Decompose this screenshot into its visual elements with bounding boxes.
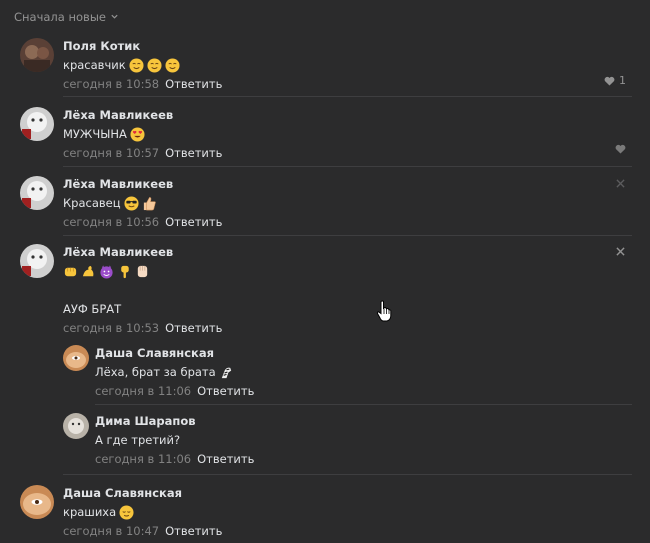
chevron-down-icon	[110, 10, 119, 24]
comment-meta: сегодня в 10:53 Ответить	[63, 320, 632, 336]
relieved-face-icon	[119, 504, 134, 520]
comment-separator	[63, 166, 632, 167]
comment-meta: сегодня в 10:58 Ответить	[63, 76, 632, 92]
hand-cursor-icon	[376, 300, 392, 322]
like-button[interactable]	[615, 144, 626, 154]
comment-meta: сегодня в 11:06 Ответить	[95, 383, 632, 399]
reply-button[interactable]: Ответить	[165, 215, 222, 229]
avatar[interactable]	[20, 107, 54, 141]
comment-time[interactable]: сегодня в 11:06	[95, 452, 191, 466]
like-button[interactable]: 1	[604, 74, 626, 87]
smiling-face-icon	[165, 57, 180, 73]
raised-fist-icon	[135, 264, 150, 279]
comment-separator	[95, 404, 632, 405]
sunglasses-face-icon	[124, 195, 139, 211]
like-count: 1	[619, 74, 626, 87]
comment-text: крашиха	[63, 503, 632, 521]
heart-eyes-icon	[130, 126, 145, 142]
close-icon[interactable]	[616, 247, 625, 256]
comment-time[interactable]: сегодня в 11:06	[95, 384, 191, 398]
heart-icon	[615, 144, 626, 154]
comment-meta: сегодня в 10:57 Ответить	[63, 145, 632, 161]
comment-time[interactable]: сегодня в 10:53	[63, 321, 159, 335]
fist-icon	[63, 264, 78, 279]
comment-author[interactable]: Лёха Мавликеев	[63, 107, 632, 123]
comment-separator	[63, 474, 632, 475]
comment-text: А где третий?	[95, 433, 181, 447]
comment-time[interactable]: сегодня в 10:47	[63, 524, 159, 538]
avatar[interactable]	[63, 413, 89, 439]
pointing-down-icon	[117, 264, 132, 279]
zebra-icon	[219, 365, 234, 380]
avatar[interactable]	[63, 345, 89, 371]
comment-author[interactable]: Лёха Мавликеев	[63, 176, 632, 192]
reply-button[interactable]: Ответить	[197, 452, 254, 466]
comment-separator	[63, 235, 632, 236]
avatar[interactable]	[20, 244, 54, 278]
comment-author[interactable]: Лёха Мавликеев	[63, 244, 632, 260]
reply-button[interactable]: Ответить	[165, 321, 222, 335]
avatar[interactable]	[20, 38, 54, 72]
comment-separator	[63, 96, 632, 97]
smiling-imp-icon	[99, 264, 114, 279]
avatar[interactable]	[20, 485, 54, 519]
comment-text: АУФ БРАТ	[63, 302, 122, 316]
smiling-face-icon	[129, 57, 144, 73]
comment-author[interactable]: Даша Славянская	[95, 345, 632, 361]
comment-time[interactable]: сегодня в 10:57	[63, 146, 159, 160]
comment-author[interactable]: Дима Шарапов	[95, 413, 632, 429]
comment-time[interactable]: сегодня в 10:58	[63, 77, 159, 91]
heart-icon	[604, 76, 615, 86]
comment-text: МУЖЧЫНА	[63, 125, 632, 143]
reply-button[interactable]: Ответить	[165, 524, 222, 538]
comment-author[interactable]: Поля Котик	[63, 38, 632, 54]
reply-button[interactable]: Ответить	[165, 146, 222, 160]
comment-meta: сегодня в 11:06 Ответить	[95, 451, 632, 467]
comment-text: Лёха, брат за брата	[95, 363, 632, 381]
comment-time[interactable]: сегодня в 10:56	[63, 215, 159, 229]
comment-text: красавчик	[63, 56, 632, 74]
sort-dropdown[interactable]: Сначала новые	[14, 10, 119, 24]
reply-button[interactable]: Ответить	[197, 384, 254, 398]
comment-author[interactable]: Даша Славянская	[63, 485, 632, 501]
flexed-biceps-icon	[81, 264, 96, 279]
reply-button[interactable]: Ответить	[165, 77, 222, 91]
avatar[interactable]	[20, 176, 54, 210]
comment-meta: сегодня в 10:56 Ответить	[63, 214, 632, 230]
close-icon[interactable]	[616, 179, 625, 188]
thumbs-up-icon	[142, 196, 157, 211]
comment-emoji-line	[63, 262, 632, 280]
comment-text: Красавец	[63, 194, 632, 212]
smiling-face-icon	[147, 57, 162, 73]
comment-meta: сегодня в 10:47 Ответить	[63, 523, 632, 539]
sort-label: Сначала новые	[14, 10, 106, 24]
